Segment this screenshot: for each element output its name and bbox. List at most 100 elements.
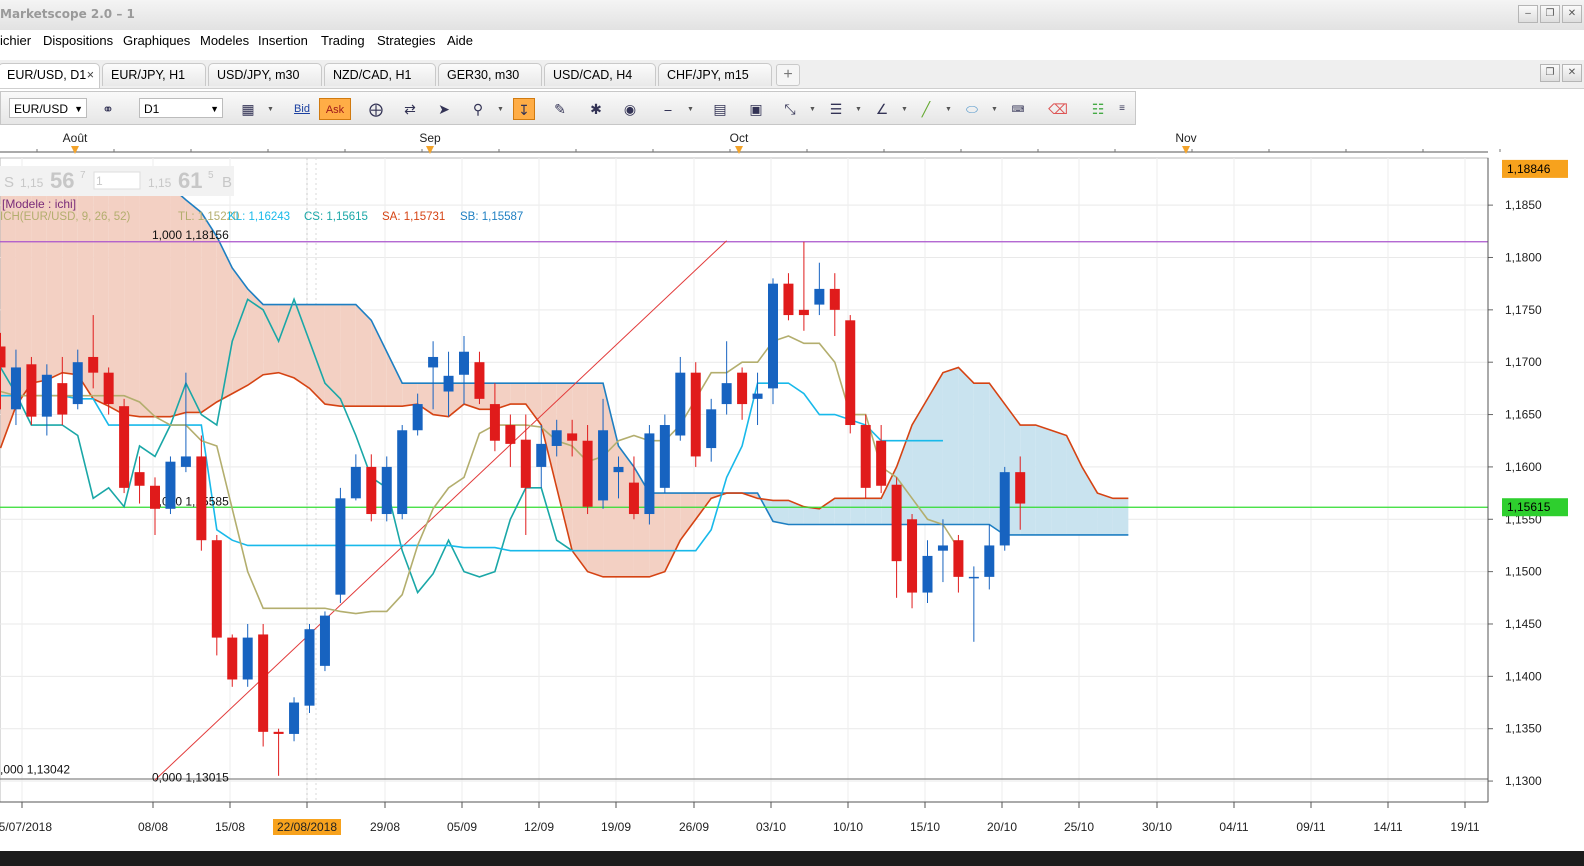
tab-ger30-m30[interactable]: GER30, m30	[438, 63, 542, 86]
x-tick-label: 19/09	[601, 820, 631, 834]
menu-dispositions[interactable]: Dispositions	[43, 33, 113, 48]
ellipse-icon[interactable]: ⬭	[961, 98, 983, 120]
image-icon[interactable]: ▤	[709, 98, 731, 120]
lines-icon[interactable]: ☰	[825, 98, 847, 120]
x-tick-label: 25/10	[1064, 820, 1094, 834]
fit-icon[interactable]: ↧	[513, 98, 535, 120]
x-tick-label: 15/10	[910, 820, 940, 834]
x-tick-label: 26/09	[679, 820, 709, 834]
tab-usdcad-h4[interactable]: USD/CAD, H4	[544, 63, 656, 86]
period-select[interactable]: D1 ▼	[139, 98, 223, 118]
menu-aide[interactable]: Aide	[447, 33, 473, 48]
candle[interactable]	[119, 398, 130, 494]
chevron-down-icon[interactable]: ▼	[991, 106, 998, 113]
menu-trading[interactable]: Trading	[321, 33, 365, 48]
chart-close-button[interactable]: ✕	[1562, 64, 1582, 82]
fib-level-label: 0,000 1,15585	[152, 494, 229, 508]
tab-label: GER30, m30	[447, 68, 520, 82]
crosshair-icon[interactable]: ⨁	[365, 98, 387, 120]
x-tick-label: 20/10	[987, 820, 1017, 834]
menu-graphiques[interactable]: Graphiques	[123, 33, 190, 48]
candle[interactable]	[644, 425, 655, 525]
eraser-icon[interactable]: ⌫	[1047, 98, 1069, 120]
tab-eurjpy-h1[interactable]: EUR/JPY, H1	[102, 63, 206, 86]
zoom-icon[interactable]: ⚲	[467, 98, 489, 120]
cloud-segment	[1035, 425, 1052, 535]
candle[interactable]	[26, 356, 37, 426]
y-tick-label: 1,1850	[1505, 198, 1542, 212]
chevron-down-icon[interactable]: ▼	[945, 106, 952, 113]
menu-strategies[interactable]: Strategies	[377, 33, 436, 48]
text-tool-icon[interactable]: ⌨	[1007, 98, 1029, 120]
model-label[interactable]: [Modele : ichi]	[2, 197, 76, 211]
chevron-down-icon[interactable]: ▼	[267, 106, 274, 113]
close-button[interactable]: ✕	[1562, 5, 1582, 23]
menu-insertion[interactable]: Insertion	[258, 33, 308, 48]
ask-button[interactable]: Ask	[319, 98, 351, 120]
chevron-down-icon[interactable]: ▼	[901, 106, 908, 113]
bid-button[interactable]: Bid	[288, 98, 316, 120]
hierarchy-icon[interactable]: ☷	[1087, 98, 1109, 120]
more-icon[interactable]: ≡	[1115, 98, 1129, 120]
edit-chart-icon[interactable]: ✎	[549, 98, 571, 120]
menu-fichier[interactable]: ichier	[0, 33, 31, 48]
candle-body	[412, 404, 423, 431]
candle[interactable]	[860, 414, 871, 499]
chevron-down-icon[interactable]: ▼	[809, 106, 816, 113]
tab-eurusd-d1[interactable]: EUR/USD, D1 ×	[0, 63, 100, 88]
chart-type-icon[interactable]: ▦	[237, 98, 259, 120]
restore-button[interactable]: ❐	[1540, 5, 1560, 23]
pointer-icon[interactable]: ➤	[433, 98, 455, 120]
candle-body	[984, 545, 995, 577]
candle[interactable]	[211, 534, 222, 656]
chevron-down-icon[interactable]: ▼	[687, 106, 694, 113]
candle[interactable]	[335, 487, 346, 604]
ruler-icon[interactable]: ⎯	[657, 98, 679, 120]
indicator-legend[interactable]: ICH(EUR/USD, 9, 26, 52) TL: 1,15220 KL: …	[0, 211, 523, 223]
minimize-button[interactable]: –	[1518, 5, 1538, 23]
chevron-down-icon[interactable]: ▼	[497, 106, 504, 113]
menu-modeles[interactable]: Modeles	[200, 33, 249, 48]
link-icon[interactable]: ⚭	[97, 98, 119, 120]
draw-tool-icon[interactable]: ⤡	[779, 98, 801, 120]
x-axis: 25/07/2018 08/08 15/08 22/08/2018 29/08 05/09…	[0, 801, 1488, 835]
tab-label: EUR/USD, D1	[7, 68, 87, 82]
symbol-select[interactable]: EUR/USD ▼	[9, 98, 87, 118]
layout-icon[interactable]: ▣	[745, 98, 767, 120]
chevron-down-icon[interactable]: ▼	[855, 106, 862, 113]
candle[interactable]	[659, 414, 670, 494]
candle[interactable]	[304, 623, 315, 713]
candle[interactable]	[319, 611, 330, 672]
add-tab-button[interactable]: +	[776, 64, 800, 86]
candle-body	[150, 485, 160, 509]
tab-chfjpy-m15[interactable]: CHF/JPY, m15	[658, 63, 772, 86]
current-price-label: 1,15615	[1507, 500, 1551, 514]
y-tick-label: 1,1800	[1505, 250, 1542, 264]
x-tick-label: 09/11	[1296, 820, 1325, 834]
candle[interactable]	[397, 425, 408, 520]
x-tick-label: 19/11	[1450, 820, 1479, 834]
tab-nzdcad-h1[interactable]: NZD/CAD, H1	[324, 63, 436, 86]
tab-usdjpy-m30[interactable]: USD/JPY, m30	[208, 63, 322, 86]
sell-label[interactable]: S	[4, 174, 14, 191]
candle[interactable]	[999, 466, 1010, 551]
scroll-icon[interactable]: ⇄	[399, 98, 421, 120]
chart-restore-button[interactable]: ❐	[1540, 64, 1560, 82]
tab-label: EUR/JPY, H1	[111, 68, 186, 82]
line-tool-icon[interactable]: ╱	[915, 98, 937, 120]
globe-icon[interactable]: ◉	[619, 98, 641, 120]
chevron-down-icon: ▼	[210, 104, 219, 114]
candle[interactable]	[227, 634, 238, 687]
tab-close-icon[interactable]: ×	[87, 64, 94, 87]
fan-icon[interactable]: ∠	[871, 98, 893, 120]
cloud-segment	[309, 304, 325, 405]
price-chart[interactable]: Août Sep Oct Nov 1,000 1,18156 0,000 1,15585…	[0, 128, 1584, 848]
candle[interactable]	[690, 362, 701, 467]
candle[interactable]	[165, 456, 176, 515]
candle-body	[227, 637, 238, 680]
candle[interactable]	[845, 315, 856, 434]
signal-icon[interactable]: ✱	[585, 98, 607, 120]
buy-label[interactable]: B	[222, 174, 232, 191]
candle[interactable]	[768, 278, 778, 405]
candle[interactable]	[258, 623, 269, 747]
